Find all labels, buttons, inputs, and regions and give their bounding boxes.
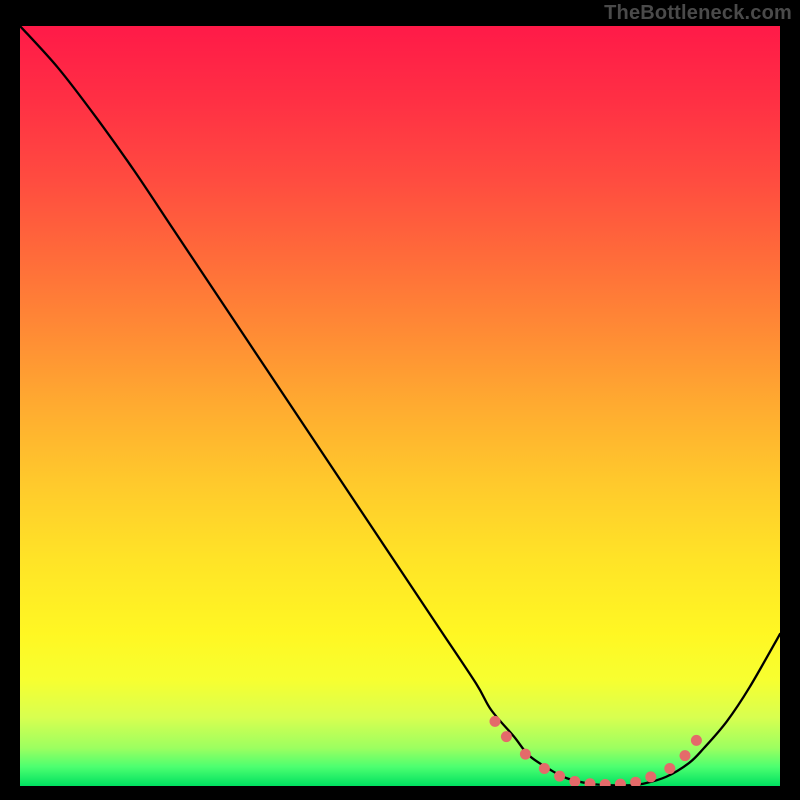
valley-dot bbox=[539, 763, 550, 774]
valley-dot bbox=[490, 716, 501, 727]
valley-dot bbox=[520, 749, 531, 760]
valley-dot bbox=[645, 771, 656, 782]
valley-dot bbox=[691, 735, 702, 746]
valley-dot bbox=[554, 771, 565, 782]
chart-svg bbox=[20, 26, 780, 786]
valley-dot bbox=[680, 750, 691, 761]
valley-dot bbox=[664, 763, 675, 774]
gradient-background bbox=[20, 26, 780, 786]
bottleneck-chart bbox=[20, 26, 780, 786]
valley-dot bbox=[501, 731, 512, 742]
watermark-text: TheBottleneck.com bbox=[604, 2, 792, 25]
chart-frame: TheBottleneck.com bbox=[0, 0, 800, 800]
